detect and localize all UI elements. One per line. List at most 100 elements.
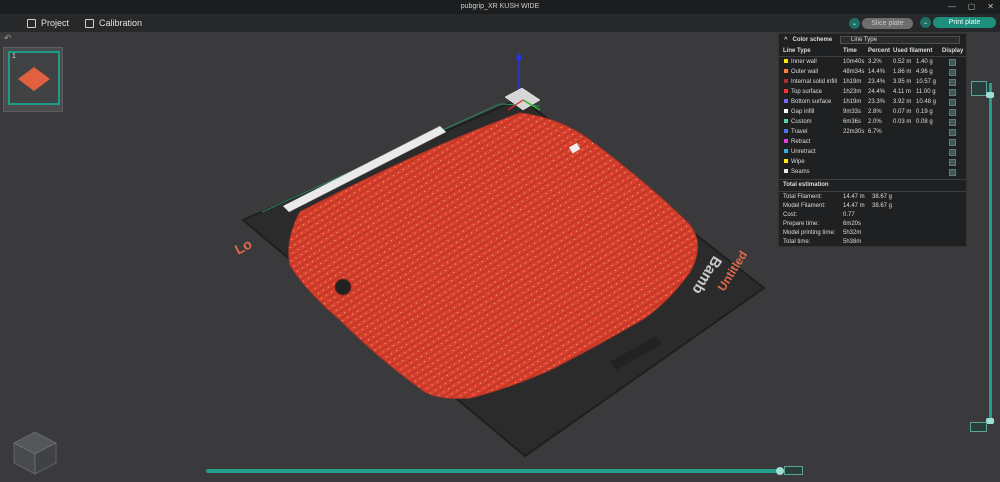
plate-thumbnail-panel[interactable]: 1	[3, 47, 63, 112]
project-label: Project	[41, 18, 70, 28]
legend-row[interactable]: Wipe	[779, 158, 966, 168]
legend-line-type: Internal solid infill	[791, 79, 838, 85]
legend-row[interactable]: Outer wall 48m34s 14.4% 1.86 m 4.96 g	[779, 68, 966, 78]
move-slider-handle[interactable]	[776, 467, 784, 475]
move-slider-value[interactable]	[784, 466, 803, 475]
gcode-legend: ^ Color scheme Line Type Line Type Time …	[778, 33, 967, 247]
total-label: Total Filament:	[783, 194, 823, 200]
print-button-group: ⌄ Print plate	[920, 17, 996, 28]
display-toggle-checkbox[interactable]	[949, 59, 956, 66]
total-label: Cost:	[783, 212, 798, 218]
display-toggle-checkbox[interactable]	[949, 79, 956, 86]
top-layer-value[interactable]	[971, 81, 987, 96]
legend-row[interactable]: Travel 22m30s 6.7%	[779, 128, 966, 138]
view-cube[interactable]	[12, 430, 58, 476]
bottom-layer-value[interactable]	[970, 422, 987, 432]
legend-row[interactable]: Custom 6m36s 2.0% 0.03 m 0.08 g	[779, 118, 966, 128]
window-title: pubgrip_XR KUSH WIDE	[460, 3, 540, 10]
display-toggle-checkbox[interactable]	[949, 89, 956, 96]
layer-slider-bottom-handle[interactable]	[986, 418, 994, 424]
minimize-icon[interactable]: —	[948, 0, 956, 14]
col-percent: Percent	[868, 48, 891, 54]
z-axis-arrow	[516, 52, 522, 60]
legend-line-type: Gap infill	[791, 109, 815, 115]
calibration-tab[interactable]: Calibration	[85, 16, 142, 30]
legend-row[interactable]: Top surface 1h23m 24.4% 4.11 m 11.00 g	[779, 88, 966, 98]
total-value-a: 5h38m	[843, 239, 862, 245]
title-bar: pubgrip_XR KUSH WIDE — ▢ ✕	[0, 0, 1000, 14]
total-value-a: 14.47 m	[843, 194, 865, 200]
slice-dropdown-icon[interactable]: ⌄	[849, 17, 860, 29]
legend-row[interactable]: Bottom surface 1h19m 23.3% 3.92 m 10.48 g	[779, 98, 966, 108]
legend-swatch	[784, 89, 788, 93]
legend-swatch	[784, 149, 788, 153]
collapse-icon[interactable]: ^	[784, 37, 788, 43]
col-line-type: Line Type	[783, 48, 811, 54]
legend-row[interactable]: Gap infill 9m33s 2.8% 0.07 m 0.19 g	[779, 108, 966, 118]
legend-row[interactable]: Internal solid infill 1h19m 23.4% 3.95 m 10.…	[779, 78, 966, 88]
display-toggle-checkbox[interactable]	[949, 169, 956, 176]
col-display: Display	[942, 48, 964, 54]
display-toggle-checkbox[interactable]	[949, 69, 956, 76]
legend-time: 1h19m	[843, 99, 862, 105]
legend-line-type: Top surface	[791, 89, 823, 95]
legend-weight: 4.96 g	[916, 69, 933, 75]
display-toggle-checkbox[interactable]	[949, 159, 956, 166]
legend-line-type: Bottom surface	[791, 99, 832, 105]
legend-divider	[779, 191, 966, 192]
thumbnail-model	[18, 67, 50, 91]
display-toggle-checkbox[interactable]	[949, 99, 956, 106]
color-scheme-header[interactable]: ^ Color scheme	[784, 37, 832, 43]
total-row: Prepare time: 6m20s	[783, 221, 963, 230]
legend-line-type: Unretract	[791, 149, 816, 155]
total-row: Total Filament: 14.47 m 38.67 g	[783, 194, 963, 203]
total-row: Total time: 5h38m	[783, 239, 963, 248]
legend-weight: 10.57 g	[916, 79, 937, 85]
print-dropdown-icon[interactable]: ⌄	[920, 17, 931, 28]
layer-slider[interactable]	[989, 83, 992, 423]
legend-row[interactable]: Retract	[779, 138, 966, 148]
close-icon[interactable]: ✕	[987, 0, 994, 14]
display-toggle-checkbox[interactable]	[949, 149, 956, 156]
legend-length: 1.86 m	[893, 69, 912, 75]
col-time: Time	[843, 48, 857, 54]
plate-thumbnail[interactable]: 1	[8, 51, 60, 105]
color-scheme-select[interactable]: Line Type	[840, 36, 960, 44]
slice-button-group: ⌄ Slice plate	[849, 17, 913, 29]
display-toggle-checkbox[interactable]	[949, 129, 956, 136]
legend-line-type: Wipe	[791, 159, 805, 165]
legend-percent: 3.2%	[868, 59, 882, 65]
display-toggle-checkbox[interactable]	[949, 119, 956, 126]
legend-length: 3.92 m	[893, 99, 912, 105]
slice-plate-button[interactable]: Slice plate	[862, 17, 913, 29]
total-estimation-title: Total estimation	[783, 182, 829, 188]
legend-percent: 23.4%	[868, 79, 886, 85]
legend-weight: 1.40 g	[916, 59, 933, 65]
legend-length: 0.07 m	[893, 109, 912, 115]
total-value-a: 6m20s	[843, 221, 862, 227]
maximize-icon[interactable]: ▢	[968, 0, 976, 14]
legend-row[interactable]: Unretract	[779, 148, 966, 158]
total-row: Model printing time: 5h32m	[783, 230, 963, 239]
display-toggle-checkbox[interactable]	[949, 109, 956, 116]
move-slider[interactable]	[206, 469, 780, 473]
legend-time: 6m36s	[843, 119, 862, 125]
legend-row[interactable]: Inner wall 10m40s 3.2% 0.52 m 1.40 g	[779, 58, 966, 68]
calibration-icon	[85, 18, 94, 28]
menu-bar: Project Calibration ⌄ Slice plate ⌄ Prin…	[0, 14, 1000, 32]
legend-time: 9m33s	[843, 109, 862, 115]
undo-icon[interactable]: ↶	[4, 33, 12, 44]
total-label: Model printing time:	[783, 230, 836, 236]
project-tab[interactable]: Project	[27, 16, 69, 30]
legend-row[interactable]: Seams	[779, 168, 966, 178]
legend-percent: 24.4%	[868, 89, 886, 95]
layer-slider-top-handle[interactable]	[986, 92, 994, 98]
legend-line-type: Custom	[791, 119, 812, 125]
legend-percent: 23.3%	[868, 99, 886, 105]
legend-length: 0.52 m	[893, 59, 912, 65]
legend-percent: 2.8%	[868, 109, 882, 115]
bed-left-label: Lo	[232, 235, 255, 257]
print-plate-button[interactable]: Print plate	[933, 17, 996, 28]
legend-line-type: Travel	[791, 129, 808, 135]
display-toggle-checkbox[interactable]	[949, 139, 956, 146]
